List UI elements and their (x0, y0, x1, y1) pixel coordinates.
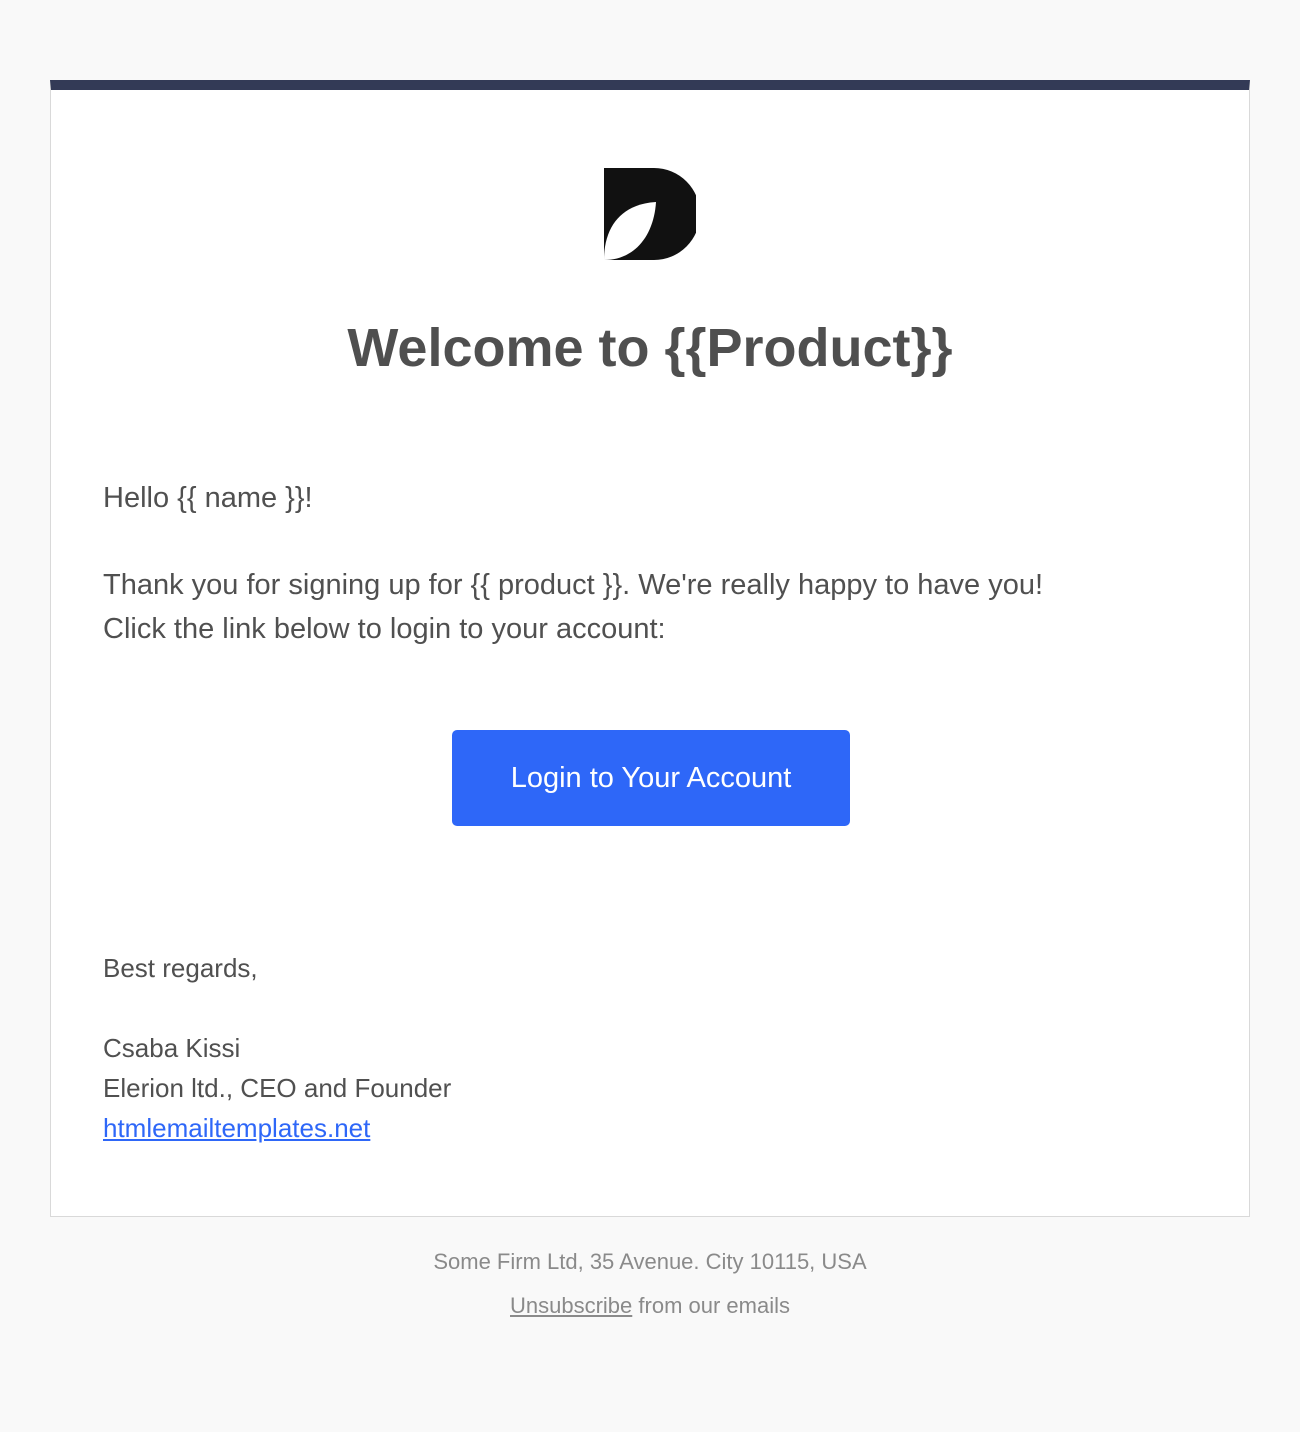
login-button[interactable]: Login to Your Account (452, 730, 850, 826)
greeting-text: Hello {{ name }}! (103, 482, 313, 514)
body-line-2: Click the link below to login to your ac… (103, 613, 666, 645)
body-line-1: Thank you for signing up for {{ product … (103, 569, 1044, 601)
email-title: Welcome to {{Product}} (347, 318, 953, 378)
unsubscribe-link[interactable]: Unsubscribe (510, 1293, 632, 1318)
signature-block: Csaba Kissi Elerion ltd., CEO and Founde… (103, 1028, 451, 1148)
signature-website-link[interactable]: htmlemailtemplates.net (103, 1113, 370, 1143)
footer-address: Some Firm Ltd, 35 Avenue. City 10115, US… (433, 1249, 867, 1274)
footer-unsubscribe-line: Unsubscribe from our emails (0, 1284, 1300, 1328)
signature-role: Elerion ltd., CEO and Founder (103, 1073, 452, 1103)
email-footer: Some Firm Ltd, 35 Avenue. City 10115, US… (0, 1240, 1300, 1328)
email-card: Welcome to {{Product}} Hello {{ name }}!… (50, 80, 1250, 1217)
body-text: Thank you for signing up for {{ product … (103, 563, 1203, 651)
unsubscribe-suffix: from our emails (632, 1293, 790, 1318)
d-leaf-logo-icon (604, 168, 696, 260)
signature-name: Csaba Kissi (103, 1033, 241, 1063)
regards-text: Best regards, (103, 953, 258, 983)
